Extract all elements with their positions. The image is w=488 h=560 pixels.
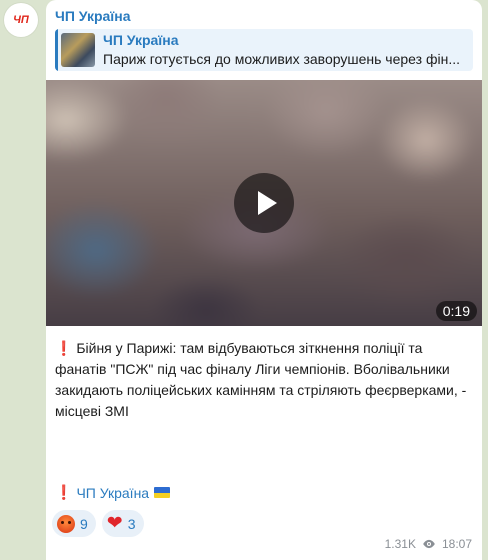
message-time: 18:07 [441,537,472,551]
reaction-angry[interactable]: 9 [52,510,96,537]
message-text-block: ❗ Бійня у Парижі: там відбуваються зіткн… [55,338,475,422]
play-icon [258,191,277,215]
video-player[interactable]: 0:19 [46,80,482,326]
ukraine-flag-icon [154,487,171,498]
eye-icon [423,539,435,549]
reply-preview[interactable]: ЧП Україна Париж готується до можливих з… [55,29,473,71]
reply-author: ЧП Україна [103,32,179,48]
exclamation-icon: ❗ [55,484,73,500]
video-duration: 0:19 [435,301,477,321]
message-text: Бійня у Парижі: там відбуваються зіткнен… [55,340,467,419]
reaction-count: 3 [127,515,136,532]
avatar-text: ЧП [13,14,29,26]
view-count: 1.31K [384,537,416,551]
reaction-heart[interactable]: ❤ 3 [101,510,144,537]
message-bubble: ЧП Україна ЧП Україна Париж готується до… [46,0,482,560]
channel-avatar[interactable]: ЧП [4,3,38,37]
reactions-bar: 9 ❤ 3 [52,510,144,537]
reply-text: Париж готується до можливих заворушень ч… [103,51,460,67]
channel-name[interactable]: ЧП Україна [55,8,131,24]
channel-signature: ❗ ЧП Україна [55,484,171,501]
message-meta: 1.31K 18:07 [385,537,472,551]
exclamation-icon: ❗ [55,340,73,356]
reply-thumbnail [61,33,95,67]
play-button[interactable] [234,173,294,233]
angry-face-icon [57,514,75,533]
heart-icon: ❤ [106,512,123,534]
reaction-count: 9 [80,515,88,532]
reply-accent-bar [55,29,58,71]
channel-link[interactable]: ЧП Україна [76,485,149,501]
